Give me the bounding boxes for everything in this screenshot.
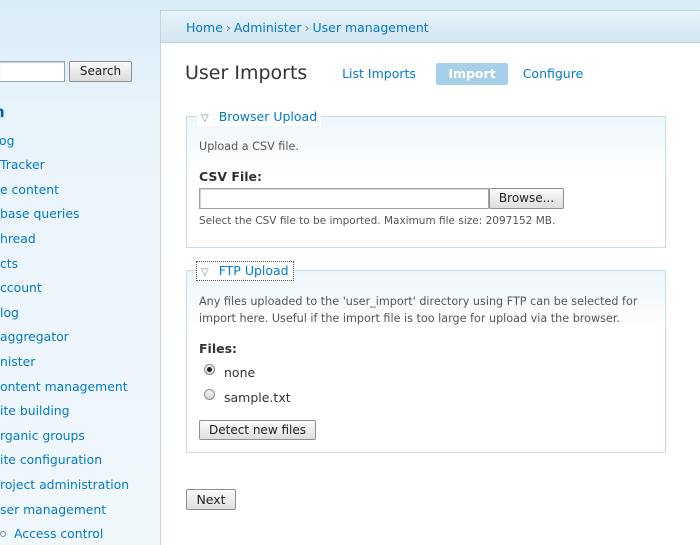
breadcrumb-administer[interactable]: Administer <box>234 20 302 35</box>
detect-new-files-button[interactable]: Detect new files <box>199 420 316 440</box>
breadcrumb-separator: › <box>225 20 231 35</box>
radio-none[interactable] <box>204 364 215 375</box>
collapse-triangle-icon: ▽ <box>201 267 209 278</box>
csv-file-input[interactable] <box>199 188 489 209</box>
search-input[interactable] <box>0 61 65 82</box>
breadcrumb: Home › Administer › User management <box>186 20 429 35</box>
tab-import[interactable]: Import <box>436 63 508 85</box>
sidebar-item[interactable]: hread <box>0 229 36 249</box>
sidebar-item[interactable]: og <box>0 131 14 151</box>
ftp-help-line-1: Any files uploaded to the 'user_import' … <box>199 295 638 308</box>
ftp-upload-fieldset: ▽ FTP Upload Any files uploaded to the 'u… <box>186 261 666 453</box>
sidebar-item-label: Access control <box>14 526 104 541</box>
page-title: User Imports <box>185 62 308 84</box>
browser-upload-legend[interactable]: ▽ Browser Upload <box>197 108 322 126</box>
sidebar-item[interactable]: ite configuration <box>0 450 102 470</box>
breadcrumb-separator: › <box>304 20 310 35</box>
ftp-upload-legend[interactable]: ▽ FTP Upload <box>196 261 294 281</box>
radio-label-sample-txt[interactable]: sample.txt <box>224 390 291 405</box>
sidebar-item[interactable]: Tracker <box>0 155 45 175</box>
sidebar-item[interactable]: rganic groups <box>0 426 85 446</box>
sidebar-item[interactable]: ser management <box>0 500 106 520</box>
tab-configure[interactable]: Configure <box>522 63 584 85</box>
sidebar-item[interactable]: aggregator <box>0 327 69 347</box>
ftp-upload-legend-label: FTP Upload <box>218 263 289 278</box>
csv-file-help: Select the CSV file to be imported. Maxi… <box>199 215 556 227</box>
sidebar-item-access-control[interactable]: Access control <box>0 524 103 544</box>
search-button[interactable]: Search <box>69 61 132 82</box>
browser-upload-legend-label: Browser Upload <box>218 109 318 124</box>
radio-sample-txt[interactable] <box>204 389 215 400</box>
sidebar-item[interactable]: log <box>0 303 19 323</box>
sidebar-item[interactable]: e content <box>0 180 59 200</box>
tab-list-imports[interactable]: List Imports <box>339 63 419 85</box>
csv-file-label: CSV File: <box>199 169 263 184</box>
next-button[interactable]: Next <box>186 489 236 510</box>
sidebar-item[interactable]: roject administration <box>0 475 129 495</box>
sidebar-heading: n <box>0 103 14 121</box>
browse-button[interactable]: Browse... <box>489 188 564 209</box>
sidebar-item[interactable]: ccount <box>0 278 42 298</box>
browser-upload-intro: Upload a CSV file. <box>199 140 299 153</box>
sidebar-item[interactable]: base queries <box>0 204 79 224</box>
ftp-help-line-2: import here. Useful if the import file i… <box>199 312 620 325</box>
files-label: Files: <box>199 341 238 356</box>
browser-upload-fieldset: ▽ Browser Upload Upload a CSV file. CSV F… <box>186 108 666 248</box>
breadcrumb-home[interactable]: Home <box>186 20 223 35</box>
collapse-triangle-icon: ▽ <box>201 113 209 124</box>
sidebar-item[interactable]: ite building <box>0 401 70 421</box>
sidebar-item[interactable]: ontent management <box>0 377 128 397</box>
main-content: Home › Administer › User management User Imp… <box>160 10 700 545</box>
breadcrumb-user-management[interactable]: User management <box>312 20 428 35</box>
sidebar-item[interactable]: cts <box>0 254 18 274</box>
bullet-icon <box>0 530 6 537</box>
radio-label-none[interactable]: none <box>224 365 255 380</box>
sidebar: Search n og Tracker e content base queri… <box>0 0 160 545</box>
breadcrumb-bar: Home › Administer › User management <box>161 11 700 43</box>
sidebar-item[interactable]: nister <box>0 352 35 372</box>
